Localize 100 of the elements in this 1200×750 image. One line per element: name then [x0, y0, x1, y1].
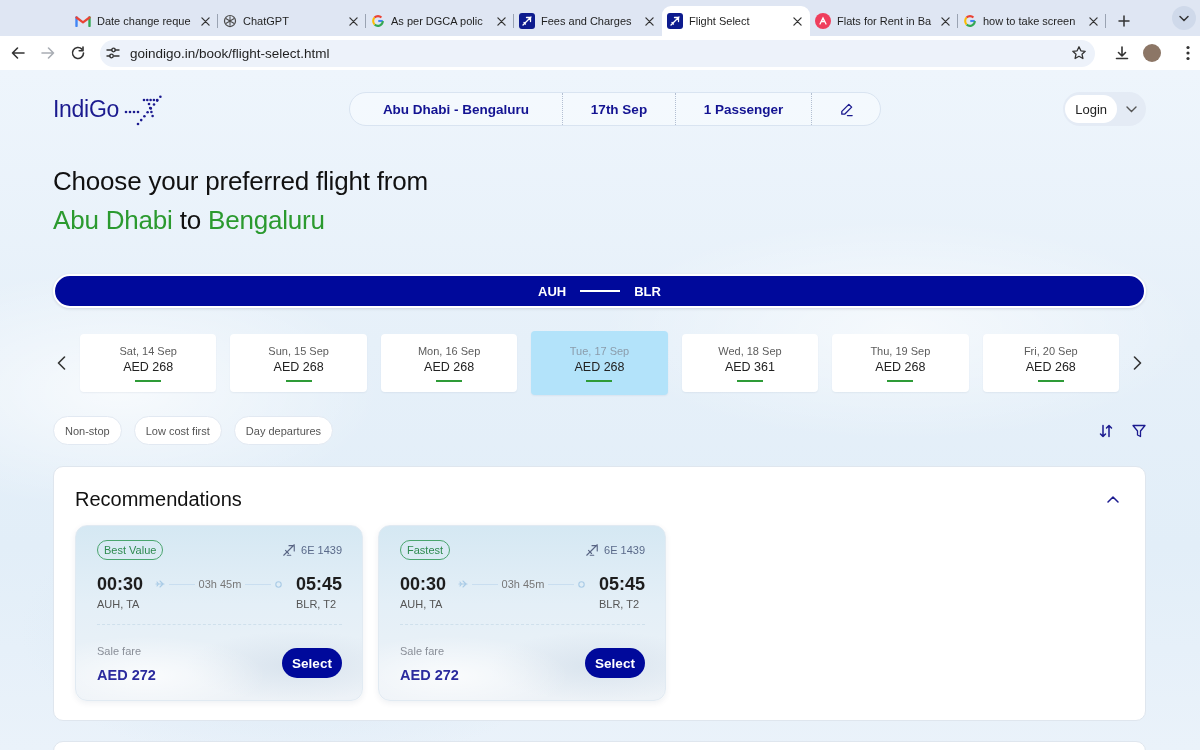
fare-label: Sale fare [400, 645, 446, 657]
browser-tab[interactable]: how to take screen [958, 6, 1106, 36]
login-button[interactable]: Login [1065, 95, 1117, 123]
date-card[interactable]: Sat, 14 Sep AED 268 [80, 334, 217, 392]
m-logo-icon [75, 15, 91, 27]
arrival-airport: BLR, T2 [598, 598, 640, 610]
filter-chip[interactable]: Non-stop [53, 416, 122, 445]
close-icon[interactable] [349, 16, 358, 26]
plane-icon [155, 580, 166, 588]
arrival-time: 05:45 [295, 573, 342, 595]
plane-tile-icon [667, 13, 683, 29]
browser-tab[interactable]: Flight Select [662, 6, 810, 36]
destination-code: BLR [634, 283, 661, 299]
date-card[interactable]: Thu, 19 Sep AED 268 [832, 334, 969, 392]
fare-indicator-line [586, 379, 613, 382]
dotted-plane-icon [123, 92, 164, 126]
route-summary: Abu Dhabi - Bengaluru [382, 101, 530, 117]
fare-text: AED 361 [724, 359, 775, 374]
fare-indicator-line [1037, 379, 1064, 382]
close-icon[interactable] [645, 16, 654, 26]
avatar-icon[interactable] [1143, 44, 1161, 62]
logo-text: IndiGo [53, 95, 119, 123]
g-logo-icon [963, 14, 977, 28]
plane-icon [585, 543, 599, 557]
chevron-down-icon[interactable] [1126, 105, 1137, 113]
fare-price: AED 272 [400, 667, 459, 683]
chevron-up-icon[interactable] [1107, 495, 1119, 503]
fare-price: AED 272 [97, 667, 156, 683]
date-label: Fri, 20 Sep [1023, 344, 1078, 357]
flight-number: 6E 1439 [301, 544, 342, 556]
fare-indicator-line [887, 379, 914, 382]
download-icon[interactable] [1114, 45, 1130, 61]
section-title: Recommendations [75, 487, 242, 511]
fare-label: Sale fare [97, 645, 143, 657]
address-bar[interactable]: goindigo.in/book/flight-select.html [100, 39, 1095, 67]
close-icon[interactable] [793, 16, 802, 26]
close-icon[interactable] [941, 16, 950, 26]
plane-icon [282, 543, 296, 557]
menu-icon[interactable] [1186, 45, 1190, 61]
fare-indicator-line [736, 379, 763, 382]
sort-icon[interactable] [1099, 423, 1113, 438]
arrival-time: 05:45 [598, 573, 645, 595]
destination-dot-icon [577, 580, 585, 588]
close-icon[interactable] [1089, 16, 1098, 26]
fare-text: AED 268 [1025, 359, 1076, 374]
date-card[interactable]: Fri, 20 Sep AED 268 [982, 334, 1119, 392]
fare-text: AED 268 [123, 359, 174, 374]
fare-text: AED 268 [424, 359, 475, 374]
chevron-left-icon[interactable] [57, 356, 66, 370]
date-label: Wed, 18 Sep [718, 344, 782, 357]
reload-icon[interactable] [70, 45, 86, 61]
browser-tab[interactable]: ChatGPT [218, 6, 366, 36]
date-summary: 17th Sep [590, 101, 648, 117]
date-label: Tue, 17 Sep [569, 344, 630, 357]
url-text: goindigo.in/book/flight-select.html [130, 45, 331, 61]
browser-tab[interactable]: Flats for Rent in Ba [810, 6, 958, 36]
close-icon[interactable] [497, 16, 506, 26]
date-label: Sat, 14 Sep [119, 344, 177, 357]
duration-text: 03h 45m [198, 578, 242, 590]
new-tab-icon[interactable] [1118, 15, 1130, 27]
page-heading: Choose your preferred flight from Abu Dhabi to Bengaluru [53, 165, 428, 237]
select-button[interactable]: Select [585, 648, 645, 678]
chevron-down-icon[interactable] [1172, 6, 1196, 30]
filter-chip[interactable]: Low cost first [133, 416, 222, 445]
back-icon[interactable] [10, 45, 26, 61]
star-icon[interactable] [1071, 45, 1087, 61]
date-label: Mon, 16 Sep [417, 344, 481, 357]
close-icon[interactable] [201, 16, 210, 26]
filter-icon[interactable] [1132, 423, 1146, 438]
date-label: Thu, 19 Sep [870, 344, 931, 357]
date-card[interactable]: Tue, 17 Sep AED 268 [531, 331, 668, 395]
date-card[interactable]: Mon, 16 Sep AED 268 [380, 334, 518, 392]
g-logo-icon [371, 14, 385, 28]
date-card[interactable]: Wed, 18 Sep AED 361 [681, 334, 819, 392]
fare-indicator-line [436, 379, 463, 382]
circle-logo-icon [815, 13, 831, 29]
destination-dot-icon [274, 580, 282, 588]
origin-code: AUH [538, 283, 567, 299]
select-button[interactable]: Select [282, 648, 342, 678]
duration-text: 03h 45m [501, 578, 545, 590]
filter-chip[interactable]: Day departures [233, 416, 334, 445]
fare-indicator-line [285, 379, 312, 382]
fare-text: AED 268 [875, 359, 926, 374]
browser-tab[interactable]: As per DGCA polic [366, 6, 514, 36]
date-label: Sun, 15 Sep [268, 344, 329, 357]
departure-time: 00:30 [97, 573, 144, 595]
chevron-right-icon[interactable] [1133, 356, 1142, 370]
departure-time: 00:30 [400, 573, 447, 595]
date-card[interactable]: Sun, 15 Sep AED 268 [230, 334, 367, 392]
search-summary-bar[interactable]: Abu Dhabi - Bengaluru 17th Sep 1 Passenger [349, 92, 881, 126]
plane-tile-icon [519, 13, 535, 29]
departure-airport: AUH, TA [400, 598, 444, 610]
browser-tab[interactable]: Fees and Charges [514, 6, 662, 36]
passenger-summary: 1 Passenger [703, 101, 784, 117]
browser-tab[interactable]: Date change reque [70, 6, 218, 36]
site-settings-icon[interactable] [105, 45, 121, 61]
arrival-airport: BLR, T2 [295, 598, 337, 610]
fare-indicator-line [135, 379, 162, 382]
pencil-icon[interactable] [838, 101, 854, 117]
fare-text: AED 268 [273, 359, 324, 374]
